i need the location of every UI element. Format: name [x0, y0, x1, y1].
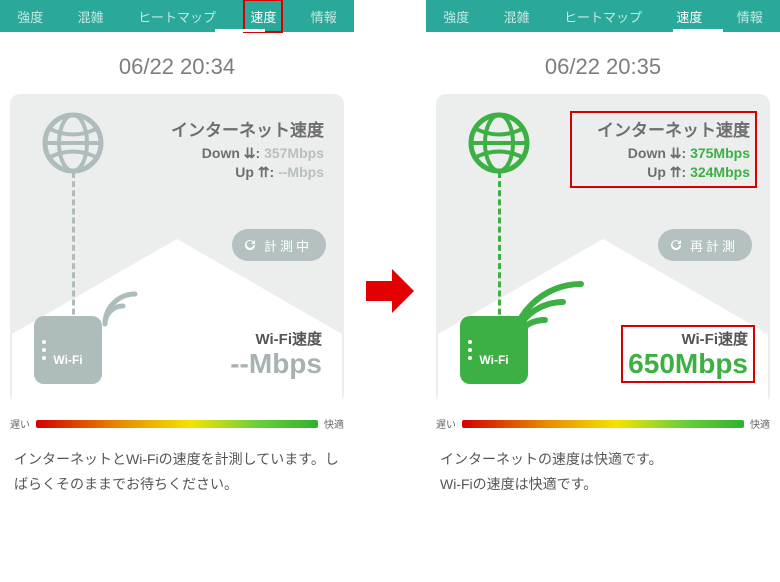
meter-gradient	[36, 420, 318, 428]
refresh-icon	[668, 237, 684, 253]
tab-bar: 強度 混雑 ヒートマップ 速度 情報	[426, 0, 780, 32]
tab-strength[interactable]: 強度	[437, 0, 475, 32]
timestamp: 06/22 20:34	[0, 54, 354, 80]
status-text: インターネットの速度は快適です。 Wi-Fiの速度は快適です。	[440, 447, 766, 497]
up-label: Up ⇈:	[235, 164, 274, 180]
tab-info[interactable]: 情報	[731, 0, 769, 32]
meter-slow-label: 遅い	[436, 416, 456, 431]
wifi-title: Wi-Fi速度	[230, 328, 322, 349]
tab-congestion[interactable]: 混雑	[498, 0, 536, 32]
down-label: Down ⇊:	[202, 145, 260, 161]
down-label: Down ⇊:	[628, 145, 686, 161]
refresh-icon	[242, 237, 258, 253]
remeasure-button[interactable]: 再計測	[658, 229, 752, 261]
speed-meter: 遅い 快適	[436, 416, 770, 431]
meter-gradient	[462, 420, 744, 428]
tab-heatmap[interactable]: ヒートマップ	[132, 0, 222, 32]
arrow-icon	[360, 263, 420, 319]
wifi-value: 650Mbps	[628, 349, 748, 380]
tab-heatmap[interactable]: ヒートマップ	[558, 0, 648, 32]
meter-fast-label: 快適	[750, 416, 770, 431]
down-value: 357Mbps	[264, 145, 324, 161]
tab-speed[interactable]: 速度	[670, 0, 708, 32]
tab-congestion[interactable]: 混雑	[72, 0, 110, 32]
up-value: 324Mbps	[690, 164, 750, 180]
tab-speed[interactable]: 速度	[244, 0, 282, 32]
speed-meter: 遅い 快適	[10, 416, 344, 431]
screen-measuring: 強度 混雑 ヒートマップ 速度 情報 06/22 20:34 インターネット速度…	[0, 0, 354, 582]
tab-bar: 強度 混雑 ヒートマップ 速度 情報	[0, 0, 354, 32]
meter-fast-label: 快適	[324, 416, 344, 431]
meter-slow-label: 遅い	[10, 416, 30, 431]
speed-card: インターネット速度 Down ⇊: 375Mbps Up ⇈: 324Mbps …	[436, 94, 770, 404]
wifi-value: --Mbps	[230, 349, 322, 380]
measure-button[interactable]: 計測中	[232, 229, 326, 261]
tab-strength[interactable]: 強度	[11, 0, 49, 32]
wifi-speed-box: Wi-Fi速度 --Mbps	[224, 326, 328, 382]
globe-icon	[468, 112, 530, 179]
up-value: --Mbps	[278, 164, 324, 180]
wifi-arc-icon	[100, 279, 150, 334]
status-text: インターネットとWi-Fiの速度を計測しています。しばらくそのままでお待ちくださ…	[14, 447, 340, 497]
globe-icon	[42, 112, 104, 179]
tab-info[interactable]: 情報	[305, 0, 343, 32]
internet-speed-box: インターネット速度 Down ⇊: 357Mbps Up ⇈: --Mbps	[145, 112, 330, 187]
timestamp: 06/22 20:35	[426, 54, 780, 80]
internet-speed-box: インターネット速度 Down ⇊: 375Mbps Up ⇈: 324Mbps	[571, 112, 756, 187]
down-value: 375Mbps	[690, 145, 750, 161]
wifi-badge-label: Wi-Fi	[479, 353, 508, 367]
remeasure-button-label: 再計測	[690, 236, 738, 255]
wifi-title: Wi-Fi速度	[628, 328, 748, 349]
screen-result: 強度 混雑 ヒートマップ 速度 情報 06/22 20:35 インターネット速度…	[426, 0, 780, 582]
wifi-badge-label: Wi-Fi	[53, 353, 82, 367]
wifi-router-icon: Wi-Fi	[34, 316, 102, 384]
speed-card: インターネット速度 Down ⇊: 357Mbps Up ⇈: --Mbps 計…	[10, 94, 344, 404]
measure-button-label: 計測中	[264, 236, 312, 255]
wifi-speed-box: Wi-Fi速度 650Mbps	[622, 326, 754, 382]
up-label: Up ⇈:	[647, 164, 686, 180]
internet-title: インターネット速度	[577, 116, 750, 141]
internet-title: インターネット速度	[151, 116, 324, 141]
wifi-router-icon: Wi-Fi	[460, 316, 528, 384]
